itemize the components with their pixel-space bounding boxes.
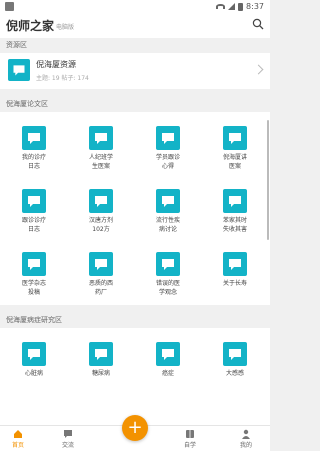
grid-item[interactable]: 跟诊诊疗 日志 (0, 189, 68, 234)
forum-chat-icon (156, 189, 180, 213)
tab-profile[interactable]: 我的 (226, 429, 266, 449)
grid-item[interactable]: 恶质的西 药厂 (67, 252, 135, 297)
grid-item[interactable]: 关于长寿 (201, 252, 269, 288)
grid-item-label: 恶质的西 药厂 (88, 280, 113, 296)
chevron-right-icon (253, 64, 264, 75)
grid-item[interactable]: 大感感 (201, 342, 269, 378)
essay-grid: 我的诊疗 日志 人纪班学 生医案 学员跟诊 心得 倪海厦讲 医案跟诊诊疗 日志 汉唐方剂… (0, 112, 270, 305)
grid-item-label: 我的诊疗 日志 (21, 154, 46, 170)
app-bar: 倪师之家 电脑版 (0, 14, 270, 38)
forum-chat-icon (156, 342, 180, 366)
user-icon (242, 429, 250, 439)
tab-exchange-label: 交流 (61, 442, 74, 449)
section-essays-label: 倪海厦论文区 (6, 100, 48, 108)
tab-profile-label: 我的 (239, 442, 252, 449)
search-icon[interactable] (252, 18, 264, 30)
section-disease-label: 倪海厦病症研究区 (6, 316, 62, 324)
notification-icon (5, 2, 14, 11)
grid-item-label: 人纪班学 生医案 (88, 154, 113, 170)
grid-item[interactable]: 苯家其时 失收其害 (201, 189, 269, 234)
resource-stats: 主题: 19 帖子: 174 (36, 75, 89, 82)
wifi-icon (216, 4, 226, 9)
tab-self-study[interactable]: 自学 (170, 429, 210, 449)
tab-home-label: 首页 (11, 442, 24, 449)
forum-chat-icon (22, 126, 46, 150)
add-post-button[interactable]: + (122, 415, 148, 441)
grid-item-label: 倪海厦讲 医案 (222, 154, 247, 170)
grid-item[interactable]: 癌症 (134, 342, 202, 378)
grid-item[interactable]: 心脏病 (0, 342, 68, 378)
grid-item-label: 医学杂志 投稿 (21, 280, 46, 296)
disease-grid: 心脏病 糖尿病 癌症 大感感 (0, 328, 270, 425)
grid-item-label: 学员跟诊 心得 (155, 154, 180, 170)
grid-item[interactable]: 人纪班学 生医案 (67, 126, 135, 171)
tab-self-study-label: 自学 (183, 442, 196, 449)
resource-name: 倪海厦资源 (36, 60, 76, 69)
forum-chat-icon (22, 342, 46, 366)
grid-item[interactable]: 学员跟诊 心得 (134, 126, 202, 171)
forum-chat-icon (156, 126, 180, 150)
signal-icon (228, 3, 236, 10)
grid-item-label: 关于长寿 (222, 280, 247, 287)
grid-item[interactable]: 倪海厦讲 医案 (201, 126, 269, 171)
grid-item-label: 苯家其时 失收其害 (222, 217, 247, 233)
forum-chat-icon (22, 189, 46, 213)
section-resource-label: 资源区 (6, 41, 27, 49)
forum-chat-icon (22, 252, 46, 276)
forum-chat-icon (223, 252, 247, 276)
home-icon (14, 430, 22, 438)
battery-icon (238, 2, 244, 11)
app-subtitle[interactable]: 电脑版 (56, 22, 74, 31)
forum-chat-icon (223, 126, 247, 150)
grid-item-label: 流行性疾 病讨论 (155, 217, 180, 233)
grid-item-label: 糖尿病 (91, 370, 110, 377)
grid-item-label: 跟诊诊疗 日志 (21, 217, 46, 233)
forum-chat-icon (223, 342, 247, 366)
forum-chat-icon (89, 252, 113, 276)
grid-item[interactable]: 糖尿病 (67, 342, 135, 378)
forum-chat-icon (8, 59, 30, 81)
status-icons: 8:37 (216, 2, 264, 11)
book-icon (186, 430, 194, 438)
grid-item-label: 大感感 (225, 370, 244, 377)
tab-exchange[interactable]: 交流 (48, 429, 88, 449)
status-bar: 8:37 (0, 0, 270, 14)
grid-item-label: 错误的医 学观念 (155, 280, 180, 296)
grid-item[interactable]: 错误的医 学观念 (134, 252, 202, 297)
grid-item-label: 心脏病 (24, 370, 43, 377)
chat-bubble-icon (64, 430, 72, 438)
forum-chat-icon (89, 342, 113, 366)
forum-chat-icon (89, 189, 113, 213)
status-time: 8:37 (246, 2, 264, 11)
grid-item-label: 癌症 (161, 370, 174, 377)
resource-card[interactable]: 倪海厦资源 主题: 19 帖子: 174 (0, 53, 270, 89)
grid-item[interactable]: 汉唐方剂 102方 (67, 189, 135, 234)
forum-chat-icon (223, 189, 247, 213)
grid-item-label: 汉唐方剂 102方 (88, 217, 113, 233)
app-title: 倪师之家 (6, 19, 55, 33)
scrollbar[interactable] (267, 120, 269, 240)
tab-home[interactable]: 首页 (0, 429, 38, 449)
grid-item[interactable]: 医学杂志 投稿 (0, 252, 68, 297)
grid-item[interactable]: 我的诊疗 日志 (0, 126, 68, 171)
forum-chat-icon (156, 252, 180, 276)
forum-chat-icon (89, 126, 113, 150)
grid-item[interactable]: 流行性疾 病讨论 (134, 189, 202, 234)
